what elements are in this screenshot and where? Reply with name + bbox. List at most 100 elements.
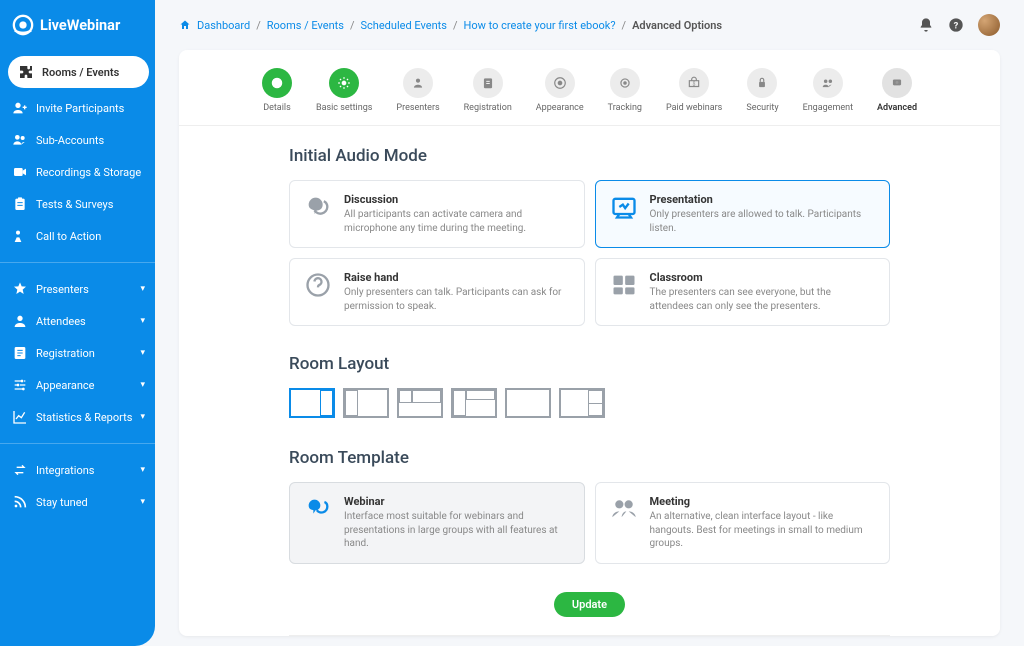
- sidebar-item-rooms-events[interactable]: Rooms / Events: [8, 56, 149, 88]
- sidebar-item-call-to-action[interactable]: Call to Action: [0, 220, 155, 252]
- tab-circle: [610, 68, 640, 98]
- star-icon: [12, 281, 28, 297]
- sidebar-item-registration[interactable]: Registration ▾: [0, 337, 155, 369]
- breadcrumb-sep: /: [256, 19, 261, 32]
- tab-label: Appearance: [536, 103, 584, 113]
- tab-label: Engagement: [803, 103, 853, 113]
- sidebar-item-presenters[interactable]: Presenters▾: [0, 273, 155, 305]
- puzzle-icon: [18, 64, 34, 80]
- swap-icon: [12, 462, 28, 478]
- template-options: WebinarInterface most suitable for webin…: [289, 482, 890, 564]
- sidebar-item-label: Registration: [36, 347, 95, 360]
- clipboard-icon: [12, 196, 28, 212]
- option-desc: Only presenters are allowed to talk. Par…: [650, 208, 876, 235]
- topbar-right: ?: [918, 14, 1000, 36]
- option-icon: [304, 495, 332, 523]
- audio-option-discussion[interactable]: DiscussionAll participants can activate …: [289, 180, 585, 248]
- brand-logo[interactable]: LiveWebinar: [0, 0, 155, 48]
- option-icon: [610, 495, 638, 523]
- chevron-down-icon: ▾: [140, 412, 145, 422]
- layout-option-2[interactable]: [343, 388, 389, 418]
- user-plus-icon: [12, 100, 28, 116]
- audio-option-classroom[interactable]: ClassroomThe presenters can see everyone…: [595, 258, 891, 326]
- tab-basic-settings[interactable]: Basic settings: [316, 68, 372, 113]
- sidebar-item-label: Rooms / Events: [42, 66, 119, 79]
- divider: [289, 635, 890, 636]
- breadcrumb-link[interactable]: Rooms / Events: [267, 19, 344, 32]
- option-title: Webinar: [344, 495, 570, 508]
- template-option-webinar[interactable]: WebinarInterface most suitable for webin…: [289, 482, 585, 564]
- svg-text:$: $: [693, 80, 696, 87]
- bell-icon[interactable]: [918, 17, 934, 33]
- tab-circle: $: [679, 68, 709, 98]
- adjustments-icon: [12, 377, 28, 393]
- user-icon: [12, 313, 28, 329]
- option-icon: [610, 271, 638, 299]
- sidebar-item-label: Sub-Accounts: [36, 134, 104, 147]
- sidebar-item-statistics-reports[interactable]: Statistics & Reports▾: [0, 401, 155, 433]
- sidebar-item-attendees[interactable]: Attendees▾: [0, 305, 155, 337]
- audio-option-presentation[interactable]: Presentation Only presenters are allowed …: [595, 180, 891, 248]
- sidebar-item-stay-tuned[interactable]: Stay tuned▾: [0, 486, 155, 518]
- section-title-audio: Initial Audio Mode: [289, 146, 890, 166]
- layout-option-3[interactable]: [397, 388, 443, 418]
- sidebar-item-appearance[interactable]: Appearance▾: [0, 369, 155, 401]
- sidebar-item-recordings-storage[interactable]: Recordings & Storage: [0, 156, 155, 188]
- breadcrumb-sep: /: [622, 19, 627, 32]
- tab-advanced[interactable]: Advanced: [877, 68, 917, 113]
- tab-circle: [403, 68, 433, 98]
- chevron-down-icon: ▾: [140, 316, 145, 326]
- layout-option-4[interactable]: [451, 388, 497, 418]
- breadcrumb-link[interactable]: How to create your first ebook?: [464, 19, 616, 32]
- template-option-meeting[interactable]: MeetingAn alternative, clean interface l…: [595, 482, 891, 564]
- tab-security[interactable]: Security: [746, 68, 778, 113]
- layout-option-6[interactable]: [559, 388, 605, 418]
- sidebar: LiveWebinar Rooms / Events Invite Partici…: [0, 0, 155, 646]
- tab-label: Tracking: [608, 103, 642, 113]
- sidebar-item-sub-accounts[interactable]: Sub-Accounts: [0, 124, 155, 156]
- sidebar-item-tests-surveys[interactable]: Tests & Surveys: [0, 188, 155, 220]
- layout-option-1[interactable]: [289, 388, 335, 418]
- breadcrumb: Dashboard / Rooms / Events / Scheduled E…: [179, 19, 722, 32]
- tab-circle: [813, 68, 843, 98]
- sidebar-divider: [0, 262, 155, 263]
- sidebar-item-label: Presenters: [36, 283, 89, 296]
- option-title: Presentation: [650, 193, 876, 206]
- logo-icon: [12, 14, 34, 36]
- tab-tracking[interactable]: Tracking: [608, 68, 642, 113]
- home-icon[interactable]: [179, 19, 191, 31]
- tab-registration[interactable]: Registration: [464, 68, 512, 113]
- chevron-down-icon: ▾: [140, 497, 145, 507]
- sidebar-item-label: Integrations: [36, 464, 94, 477]
- sidebar-item-label: Recordings & Storage: [36, 166, 141, 179]
- tab-appearance[interactable]: Appearance: [536, 68, 584, 113]
- chart-icon: [12, 409, 28, 425]
- section-title-template: Room Template: [289, 448, 890, 468]
- tab-engagement[interactable]: Engagement: [803, 68, 853, 113]
- help-icon[interactable]: ?: [948, 17, 964, 33]
- tab-circle: [329, 68, 359, 98]
- breadcrumb-sep: /: [453, 19, 458, 32]
- breadcrumb-link[interactable]: Scheduled Events: [361, 19, 447, 32]
- tab-details[interactable]: iDetails: [262, 68, 292, 113]
- option-title: Classroom: [650, 271, 876, 284]
- rss-icon: [12, 494, 28, 510]
- tab-presenters[interactable]: Presenters: [396, 68, 439, 113]
- tab-circle: [545, 68, 575, 98]
- audio-options: DiscussionAll participants can activate …: [289, 180, 890, 326]
- breadcrumb-link[interactable]: Dashboard: [197, 19, 250, 32]
- option-title: Discussion: [344, 193, 570, 206]
- chevron-down-icon: ▾: [140, 465, 145, 475]
- avatar[interactable]: [978, 14, 1000, 36]
- chevron-down-icon: ▾: [140, 348, 145, 358]
- audio-option-raise-hand[interactable]: Raise handOnly presenters can talk. Part…: [289, 258, 585, 326]
- tab-paid-webinars[interactable]: $Paid webinars: [666, 68, 722, 113]
- tab-label: Advanced: [877, 103, 917, 113]
- option-icon: [304, 271, 332, 299]
- update-button[interactable]: Update: [554, 592, 625, 617]
- sidebar-item-invite-participants[interactable]: Invite Participants: [0, 92, 155, 124]
- layout-option-5[interactable]: [505, 388, 551, 418]
- brand-name: LiveWebinar: [40, 17, 120, 34]
- tab-circle: [473, 68, 503, 98]
- sidebar-item-integrations[interactable]: Integrations ▾: [0, 454, 155, 486]
